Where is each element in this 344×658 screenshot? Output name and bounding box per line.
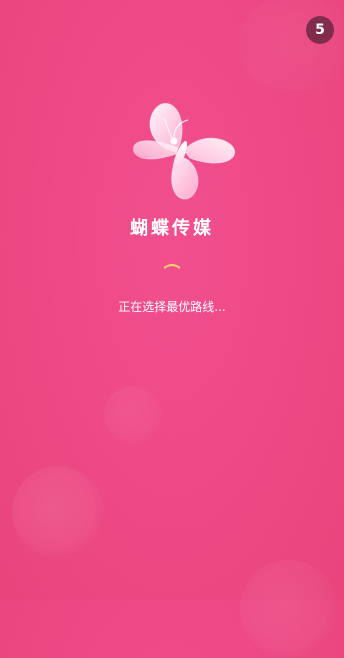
loading-spinner-icon bbox=[160, 264, 184, 288]
bokeh-circle bbox=[104, 386, 162, 444]
bokeh-circle bbox=[238, 0, 344, 90]
loading-status-text: 正在选择最优路线... bbox=[118, 300, 226, 314]
countdown-skip-button[interactable]: 5 bbox=[306, 16, 334, 44]
bokeh-circle bbox=[240, 560, 338, 658]
butterfly-icon bbox=[133, 102, 235, 200]
app-name: 蝴蝶传媒 bbox=[130, 218, 214, 239]
bokeh-circle bbox=[12, 466, 104, 558]
